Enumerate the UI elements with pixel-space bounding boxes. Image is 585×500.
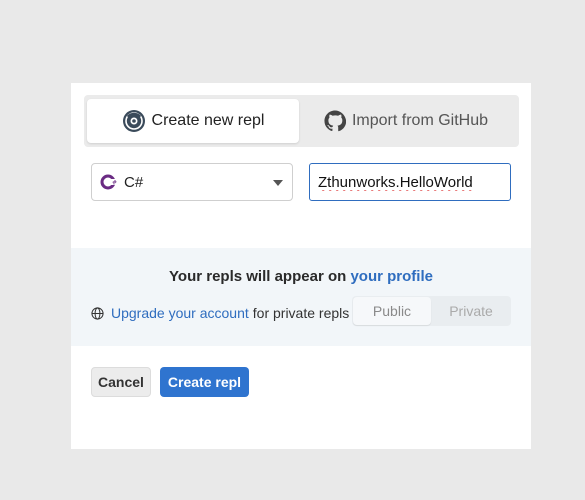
csharp-icon: # — [100, 173, 118, 191]
tab-label: Import from GitHub — [351, 112, 489, 129]
create-repl-dialog: Create new repl Import from GitHub # C# … — [71, 83, 531, 449]
tab-label: Create new repl — [151, 112, 265, 129]
tab-bar: Create new repl Import from GitHub — [84, 95, 519, 147]
upgrade-account-link[interactable]: Upgrade your account — [111, 305, 249, 321]
profile-heading-text: Your repls will appear on — [169, 268, 347, 285]
upgrade-row: Upgrade your account for private repls — [91, 304, 349, 322]
create-repl-button[interactable]: Create repl — [160, 367, 249, 397]
tab-create-new-repl[interactable]: Create new repl — [87, 99, 299, 143]
privacy-toggle: Public Private — [352, 296, 511, 326]
language-selected: C# — [124, 173, 144, 191]
replit-icon — [122, 109, 146, 133]
language-select[interactable]: # C# — [91, 163, 293, 201]
github-icon — [324, 110, 346, 132]
repl-name-input[interactable] — [309, 163, 511, 201]
upgrade-suffix: for private repls — [252, 305, 350, 321]
svg-text:#: # — [112, 180, 117, 187]
globe-icon — [91, 306, 104, 320]
privacy-private-option[interactable]: Private — [432, 297, 510, 325]
privacy-public-option[interactable]: Public — [353, 297, 431, 325]
your-profile-link[interactable]: your profile — [350, 268, 433, 285]
cancel-button[interactable]: Cancel — [91, 367, 151, 397]
chevron-down-icon — [273, 180, 283, 186]
profile-visibility-panel: Your repls will appear on your profile U… — [71, 248, 531, 346]
tab-import-from-github[interactable]: Import from GitHub — [300, 99, 512, 143]
profile-heading: Your repls will appear on your profile — [71, 268, 531, 285]
